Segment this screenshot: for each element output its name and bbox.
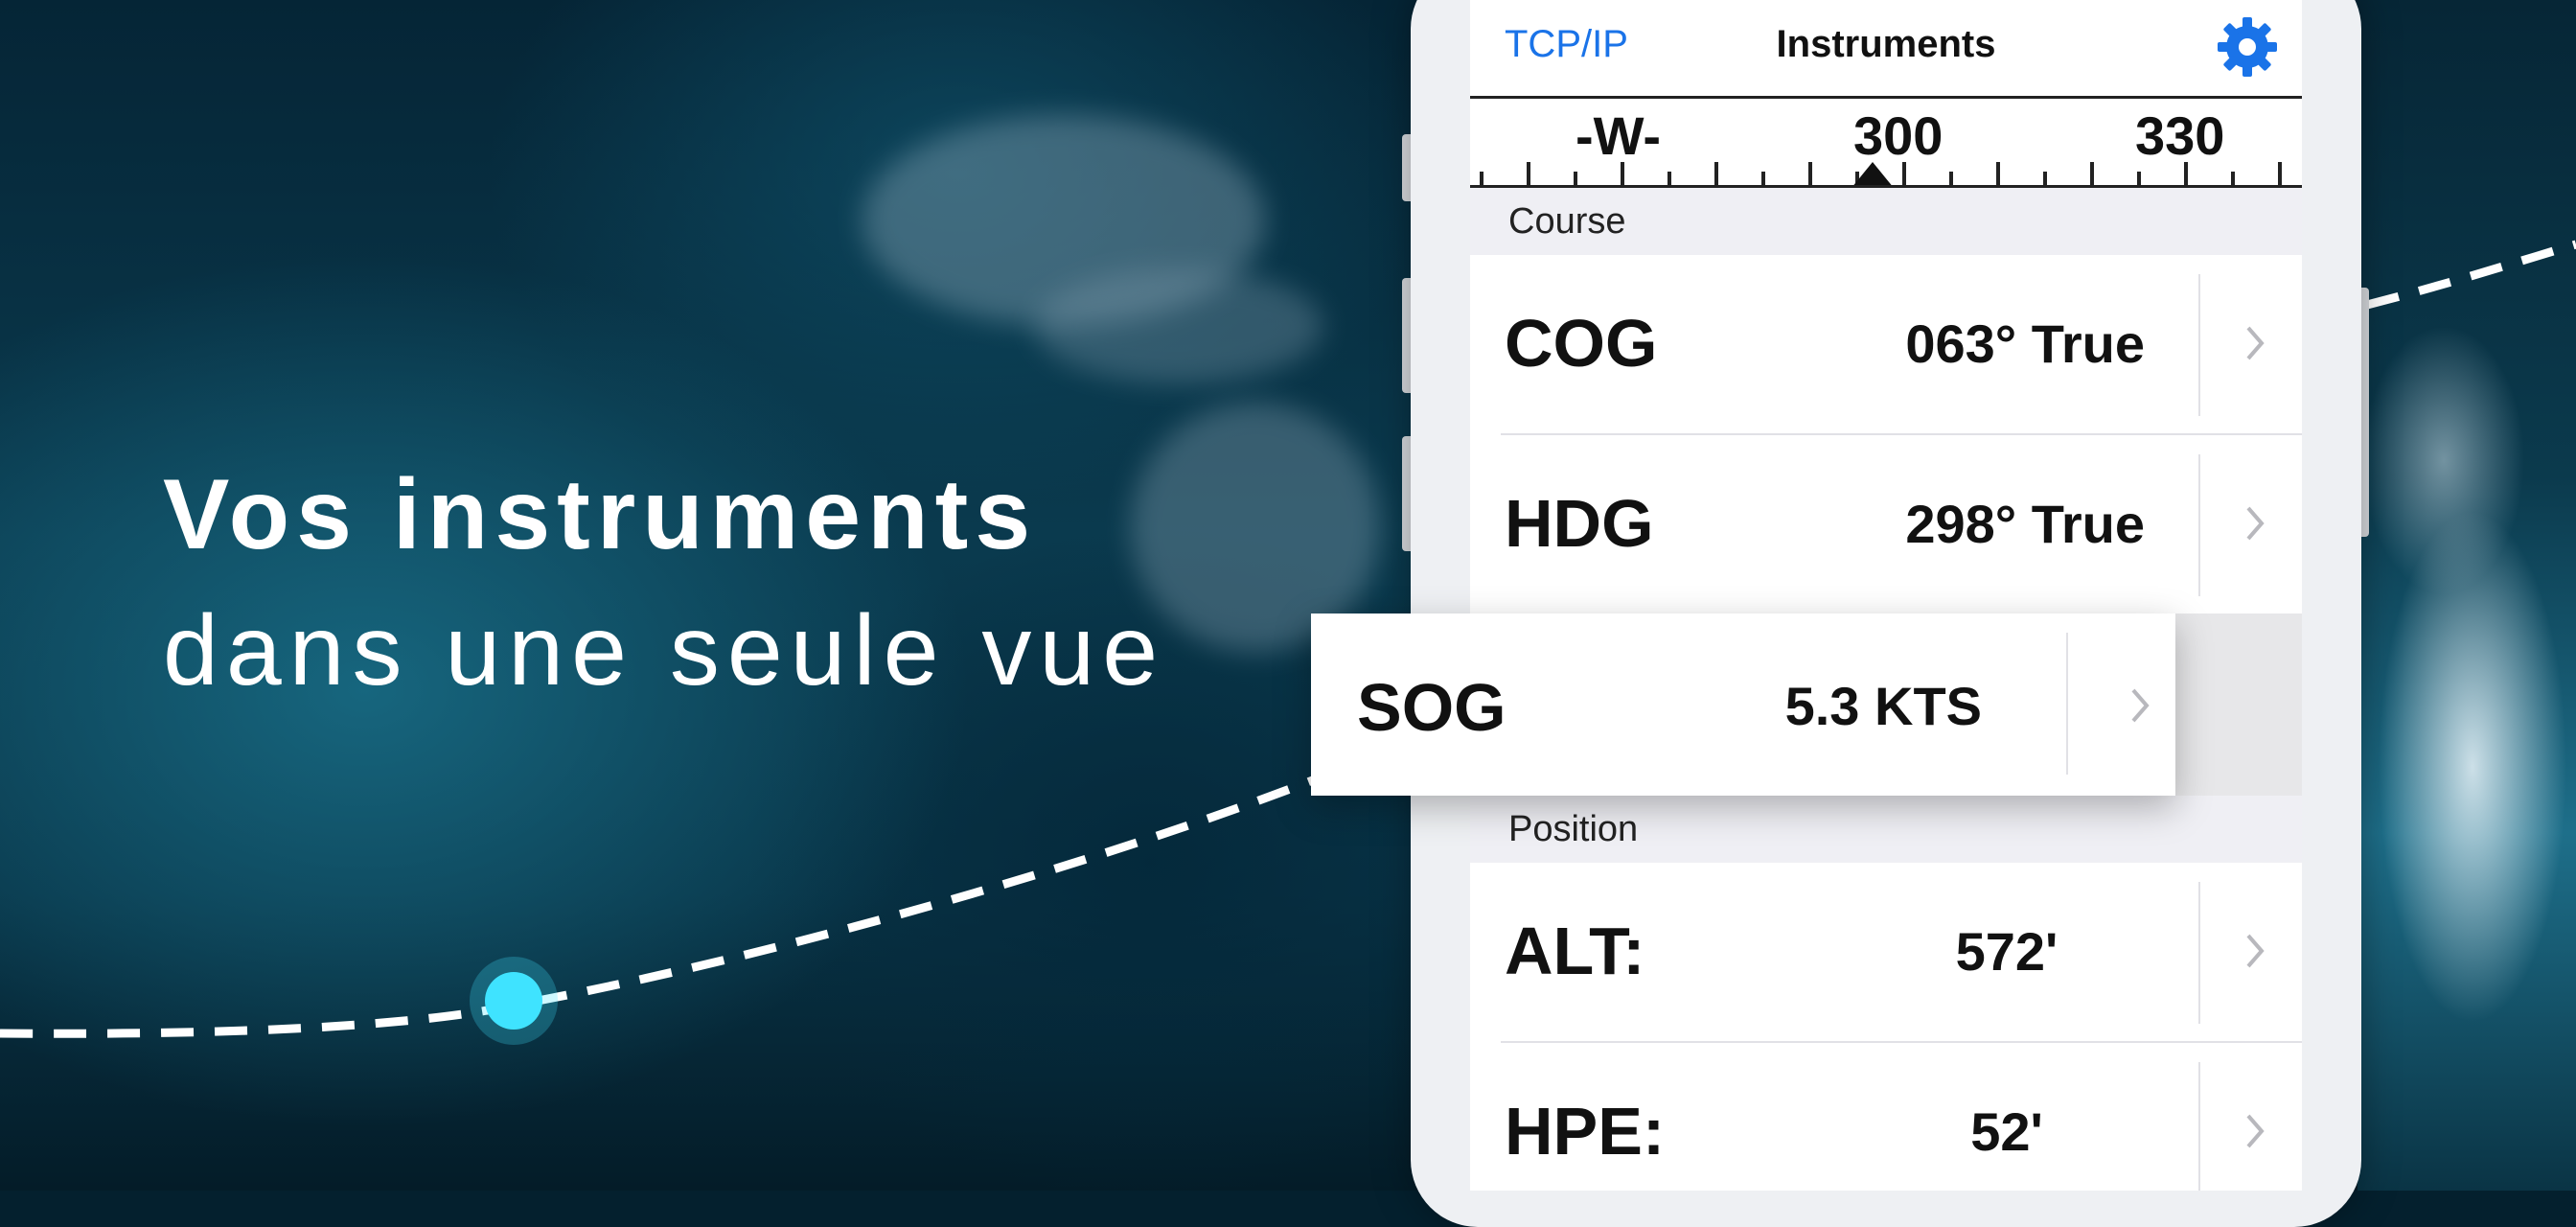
gear-icon[interactable]	[2214, 13, 2281, 81]
list-item-hdg[interactable]: HDG 298° True	[1470, 435, 2302, 615]
navigation-bar: TCP/IP Instruments	[1470, 0, 2302, 96]
page-title: Instruments	[1776, 23, 1996, 65]
row-divider	[2198, 882, 2200, 1024]
chevron-right-icon[interactable]	[2244, 502, 2266, 544]
row-label: SOG	[1357, 670, 1506, 745]
list-item-hpe[interactable]: HPE: 52'	[1470, 1043, 2302, 1191]
list-item-cog[interactable]: COG 063° True	[1470, 255, 2302, 435]
row-label: HDG	[1505, 486, 1654, 561]
row-label: HPE:	[1505, 1094, 1666, 1169]
chevron-right-icon[interactable]	[2129, 684, 2150, 727]
chevron-right-icon[interactable]	[2244, 930, 2266, 972]
row-divider	[2198, 454, 2200, 596]
sog-row-background	[2175, 614, 2302, 796]
row-divider	[2198, 1062, 2200, 1191]
row-label: ALT:	[1505, 914, 1645, 988]
chevron-right-icon[interactable]	[2244, 322, 2266, 364]
row-value: 298° True	[1905, 494, 2145, 554]
subline-text: dans une seule vue	[163, 595, 1166, 706]
row-value: 572'	[1955, 921, 2058, 982]
row-divider	[2198, 274, 2200, 416]
row-label: COG	[1505, 306, 1658, 381]
list-item-sog[interactable]: SOG 5.3 KTS	[1311, 614, 2175, 796]
foam-patch	[1035, 268, 1322, 383]
compass-label-300: 300	[1853, 105, 1944, 166]
compass-tape: -W- 300 330	[1470, 96, 2302, 188]
sea-background-right	[2358, 0, 2576, 1191]
section-header-course: Course	[1508, 201, 1626, 242]
row-divider	[2066, 633, 2068, 775]
chevron-right-icon[interactable]	[2244, 1110, 2266, 1152]
compass-label-330: 330	[2135, 105, 2225, 166]
headline-text: Vos instruments	[163, 459, 1038, 570]
row-value: 5.3 KTS	[1784, 676, 1982, 736]
row-value: 063° True	[1905, 313, 2145, 374]
phone-screen: TCP/IP Instruments -W- 300 330 Course CO…	[1470, 0, 2302, 1191]
compass-label-w: -W-	[1576, 105, 1662, 166]
row-value: 52'	[1970, 1101, 2043, 1162]
list-item-alt[interactable]: ALT: 572'	[1470, 863, 2302, 1043]
section-header-position: Position	[1508, 809, 1639, 849]
